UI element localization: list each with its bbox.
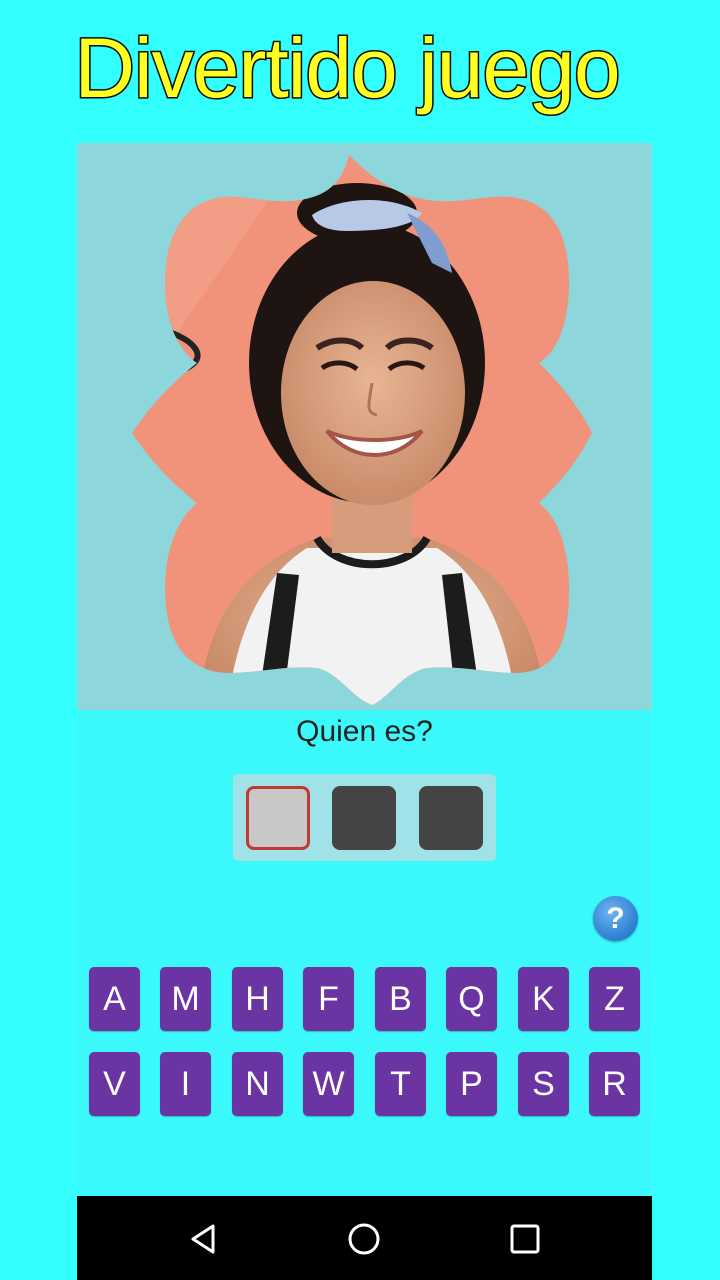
system-nav-bar <box>77 1196 652 1280</box>
answer-slot-selected[interactable] <box>246 786 310 850</box>
letter-key[interactable]: R <box>589 1052 640 1116</box>
letter-key[interactable]: Z <box>589 967 640 1031</box>
answer-slot[interactable] <box>419 786 483 850</box>
question-mark-icon: ? <box>606 902 625 935</box>
letter-key[interactable]: F <box>303 967 354 1031</box>
letter-key[interactable]: P <box>446 1052 497 1116</box>
answer-slots <box>233 774 496 861</box>
letter-key[interactable]: K <box>518 967 569 1031</box>
letter-key[interactable]: W <box>303 1052 354 1116</box>
back-icon[interactable] <box>187 1222 221 1256</box>
answer-slot[interactable] <box>332 786 396 850</box>
letter-key[interactable]: S <box>518 1052 569 1116</box>
game-screen: Quien es? ? A M H F B Q K Z V I N W T P … <box>77 143 652 1280</box>
hint-button[interactable]: ? <box>593 896 638 941</box>
letter-key[interactable]: V <box>89 1052 140 1116</box>
puzzle-image <box>77 143 652 710</box>
letter-key[interactable]: I <box>160 1052 211 1116</box>
letter-key[interactable]: M <box>160 967 211 1031</box>
app-title: Divertido juego <box>73 20 622 117</box>
question-text: Quien es? <box>296 715 433 748</box>
home-icon[interactable] <box>347 1222 381 1256</box>
letter-keyboard: A M H F B Q K Z V I N W T P S R <box>89 967 641 1117</box>
letter-key[interactable]: H <box>232 967 283 1031</box>
recents-icon[interactable] <box>508 1222 542 1256</box>
letter-key[interactable]: B <box>375 967 426 1031</box>
letter-key[interactable]: Q <box>446 967 497 1031</box>
letter-key[interactable]: A <box>89 967 140 1031</box>
letter-key[interactable]: T <box>375 1052 426 1116</box>
letter-key[interactable]: N <box>232 1052 283 1116</box>
